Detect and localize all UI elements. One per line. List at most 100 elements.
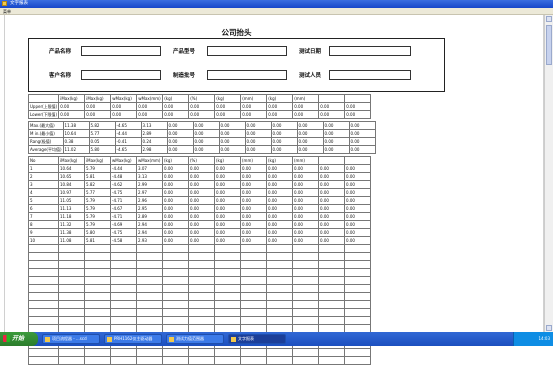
data-cell: -4.71	[110, 196, 137, 205]
taskbar-button[interactable]: 测试力值范围器	[166, 334, 224, 344]
data-cell: 0.00	[214, 188, 241, 197]
data-cell: 2.94	[136, 220, 163, 229]
data-cell: 0.00	[318, 196, 345, 205]
data-cell	[28, 244, 59, 253]
stats-cell: 0.00	[348, 129, 376, 138]
taskbar-button[interactable]: 项目流程器 - ...scd	[42, 334, 100, 344]
data-cell	[318, 292, 345, 301]
data-cell	[318, 268, 345, 277]
product-model-field[interactable]	[207, 46, 287, 56]
data-cell	[58, 268, 85, 277]
data-cell: 0.00	[266, 204, 293, 213]
data-cell: 0.00	[162, 180, 189, 189]
data-cell	[344, 292, 371, 301]
limits-cell: 0.00	[318, 102, 346, 111]
limits-cell: 0.00	[240, 102, 268, 111]
data-cell: 0.00	[162, 204, 189, 213]
data-cell	[28, 284, 59, 293]
stats-cell: 0.00	[322, 129, 350, 138]
data-cell	[110, 276, 137, 285]
data-cell: -4.71	[110, 212, 137, 221]
data-cell: (%)	[188, 156, 215, 165]
data-cell: 10.64	[58, 164, 85, 173]
product-name-field[interactable]	[81, 46, 161, 56]
limits-cell: Upper(上限值)	[27, 102, 60, 111]
data-cell: 8	[28, 220, 59, 229]
data-cell	[162, 292, 189, 301]
test-date-field[interactable]	[329, 46, 411, 56]
start-button[interactable]: 开始	[0, 332, 38, 346]
stats-cell: 0.00	[270, 129, 298, 138]
data-cell	[318, 308, 345, 317]
data-cell: wMax(mm)	[136, 156, 163, 165]
data-cell	[214, 308, 241, 317]
taskbar-button[interactable]: 文字报表	[228, 334, 286, 344]
data-cell	[292, 244, 319, 253]
stats-row: Average(平均值) 11.02 5.80 -4.65 2.98 0.00 0.00 0.…	[28, 145, 376, 154]
data-cell: 0.00	[188, 212, 215, 221]
taskbar-button[interactable]: PRH1162仪主驱动器	[104, 334, 162, 344]
data-cell	[28, 356, 59, 365]
limits-cell: 0.00	[58, 110, 86, 119]
scroll-up-button[interactable]	[546, 16, 552, 22]
data-cell: 0.00	[292, 204, 319, 213]
stats-cell: Max.(最大值)	[28, 121, 64, 130]
data-cell	[344, 308, 371, 317]
data-cell: 2.95	[136, 204, 163, 213]
stats-cell: -4.65	[114, 145, 142, 154]
data-cell: 0.00	[266, 164, 293, 173]
limits-cell: 0.00	[214, 102, 242, 111]
data-row	[28, 308, 371, 317]
data-cell	[266, 260, 293, 269]
data-cell	[136, 356, 163, 365]
limits-cell: (kg)	[162, 94, 190, 103]
data-cell: 10.84	[58, 180, 85, 189]
data-cell: 2.97	[136, 188, 163, 197]
data-cell	[266, 356, 293, 365]
data-cell	[162, 308, 189, 317]
vertical-scrollbar[interactable]	[544, 15, 553, 332]
data-cell	[214, 292, 241, 301]
limits-cell	[318, 94, 346, 103]
data-cell	[292, 356, 319, 365]
data-cell	[110, 348, 137, 357]
data-cell	[240, 356, 267, 365]
stats-cell: 0.00	[192, 137, 220, 146]
stats-cell: 0.00	[270, 121, 298, 130]
data-cell	[240, 292, 267, 301]
data-cell: 2.89	[136, 212, 163, 221]
data-cell	[110, 356, 137, 365]
data-cell: 0.00	[188, 164, 215, 173]
taskbar-button-label: 文字报表	[238, 336, 254, 341]
data-cell	[136, 292, 163, 301]
data-row: 2 10.65 5.81 -4.48 3.13 0.00 0.00 0.00 0.00 0.00 0…	[28, 172, 371, 181]
data-cell	[136, 260, 163, 269]
scroll-thumb[interactable]	[546, 25, 552, 65]
tester-field[interactable]	[329, 70, 411, 80]
data-cell: 10	[28, 236, 59, 245]
title-bar[interactable]: 文字报表	[0, 0, 553, 8]
data-cell	[318, 244, 345, 253]
data-cell: -4.67	[110, 204, 137, 213]
data-cell: 0.00	[318, 172, 345, 181]
data-cell: 0.00	[344, 220, 371, 229]
data-cell: 0.00	[292, 236, 319, 245]
customer-name-field[interactable]	[81, 70, 161, 80]
limits-cell: wMax(kg)	[110, 94, 138, 103]
data-cell	[110, 244, 137, 253]
data-cell: 0.00	[188, 204, 215, 213]
data-cell	[344, 244, 371, 253]
data-cell: -4.58	[110, 236, 137, 245]
scroll-down-button[interactable]	[546, 325, 552, 331]
data-cell: 11.08	[58, 236, 85, 245]
data-cell	[344, 284, 371, 293]
data-cell	[240, 348, 267, 357]
batch-no-field[interactable]	[207, 70, 287, 80]
limits-cell: 0.00	[266, 102, 294, 111]
data-cell: 0.00	[318, 220, 345, 229]
data-cell: 0.00	[162, 236, 189, 245]
stats-cell: 0.00	[322, 121, 350, 130]
menu-item[interactable]: 菜单	[3, 9, 11, 14]
data-cell: 3	[28, 180, 59, 189]
data-cell: 0.00	[292, 228, 319, 237]
